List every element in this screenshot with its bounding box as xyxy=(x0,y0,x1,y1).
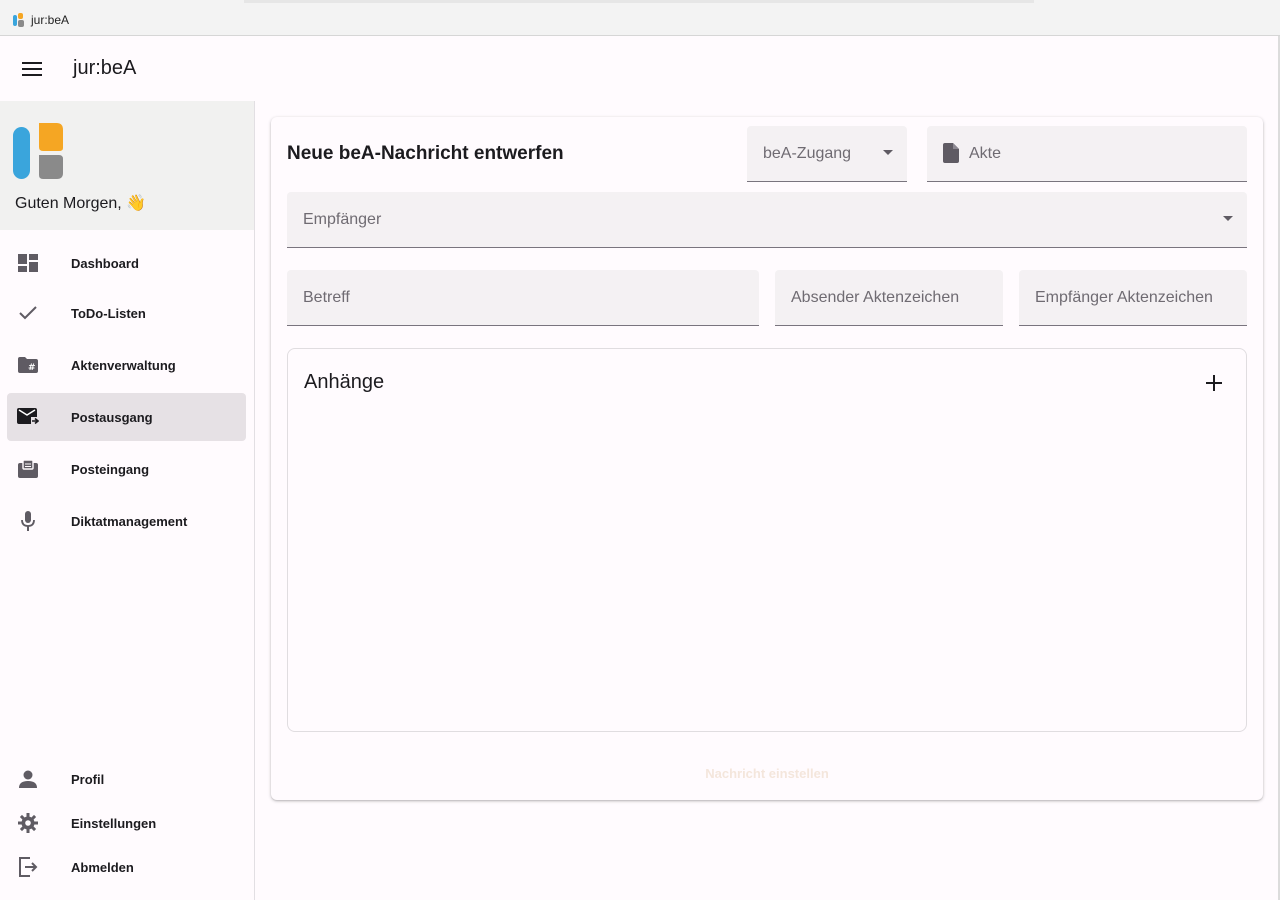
file-icon xyxy=(943,143,959,163)
sidebar-item-diktatmanagement[interactable]: Diktatmanagement xyxy=(7,497,246,545)
betreff-placeholder: Betreff xyxy=(303,289,350,306)
menu-button[interactable] xyxy=(16,53,48,85)
app-title: jur:beA xyxy=(73,57,137,79)
sidebar-item-posteingang[interactable]: Posteingang xyxy=(7,445,246,493)
empfaenger-select[interactable]: Empfänger xyxy=(287,192,1247,248)
compose-card: Neue beA-Nachricht entwerfen beA-Zugang … xyxy=(271,117,1263,800)
nachricht-einstellen-button[interactable]: Nachricht einstellen xyxy=(691,766,843,781)
betreff-field[interactable]: Betreff xyxy=(287,270,759,326)
svg-text:#: # xyxy=(28,363,36,373)
attachments-panel: Anhänge xyxy=(287,348,1247,732)
gear-icon xyxy=(16,811,40,835)
sidebar-item-label: Postausgang xyxy=(71,409,153,425)
sidebar-item-label: Aktenverwaltung xyxy=(71,357,176,373)
window-titlebar: jur:beA xyxy=(0,0,1280,36)
absender-aktenzeichen-field[interactable]: Absender Aktenzeichen xyxy=(775,270,1003,326)
app-header: jur:beA xyxy=(0,37,1280,101)
bea-zugang-placeholder: beA-Zugang xyxy=(763,145,852,162)
sidebar-item-label: Einstellungen xyxy=(71,815,157,831)
hamburger-icon xyxy=(22,62,42,76)
akte-field[interactable]: Akte xyxy=(927,126,1247,182)
sidebar-item-abmelden[interactable]: Abmelden xyxy=(7,843,246,891)
folder-hash-icon: # xyxy=(16,353,40,377)
page-title: Neue beA-Nachricht entwerfen xyxy=(287,143,564,164)
akte-placeholder: Akte xyxy=(969,145,1002,162)
app-logo xyxy=(13,123,63,179)
sidebar-item-einstellungen[interactable]: Einstellungen xyxy=(7,799,246,847)
profile-card: Guten Morgen, 👋 xyxy=(0,101,254,230)
logout-icon xyxy=(16,855,40,879)
sidebar: Guten Morgen, 👋 Dashboard ToDo-Listen # … xyxy=(0,101,255,900)
sidebar-item-postausgang[interactable]: Postausgang xyxy=(7,393,246,441)
mail-outgoing-icon xyxy=(16,405,40,429)
attachments-title: Anhänge xyxy=(304,371,385,393)
add-attachment-button[interactable] xyxy=(1198,367,1230,399)
empfaenger-placeholder: Empfänger xyxy=(303,211,382,228)
sidebar-item-label: Abmelden xyxy=(71,859,134,875)
sidebar-item-label: Posteingang xyxy=(71,461,150,477)
dashboard-icon xyxy=(16,251,40,275)
sidebar-item-label: ToDo-Listen xyxy=(71,305,146,321)
window-title: jur:beA xyxy=(31,13,70,27)
titlebar-tab-strip xyxy=(244,0,1034,3)
bea-zugang-select[interactable]: beA-Zugang xyxy=(747,126,907,182)
microphone-icon xyxy=(16,509,40,533)
empfaenger-aktenzeichen-placeholder: Empfänger Aktenzeichen xyxy=(1035,289,1213,306)
inbox-icon xyxy=(16,457,40,481)
sidebar-item-dashboard[interactable]: Dashboard xyxy=(7,239,246,287)
greeting-text: Guten Morgen, 👋 xyxy=(15,195,147,212)
check-icon xyxy=(16,301,40,325)
empfaenger-aktenzeichen-field[interactable]: Empfänger Aktenzeichen xyxy=(1019,270,1247,326)
sidebar-item-profil[interactable]: Profil xyxy=(7,755,246,803)
sidebar-item-todo-listen[interactable]: ToDo-Listen xyxy=(7,289,246,337)
sidebar-item-aktenverwaltung[interactable]: # Aktenverwaltung xyxy=(7,341,246,389)
app-logo-small-icon xyxy=(13,13,24,27)
plus-icon xyxy=(1206,375,1222,391)
sidebar-item-label: Profil xyxy=(71,771,105,787)
dropdown-arrow-icon xyxy=(1223,216,1233,221)
dropdown-arrow-icon xyxy=(883,150,893,155)
sidebar-item-label: Dashboard xyxy=(71,255,139,271)
absender-aktenzeichen-placeholder: Absender Aktenzeichen xyxy=(791,289,960,306)
sidebar-item-label: Diktatmanagement xyxy=(71,513,188,529)
person-icon xyxy=(16,767,40,791)
